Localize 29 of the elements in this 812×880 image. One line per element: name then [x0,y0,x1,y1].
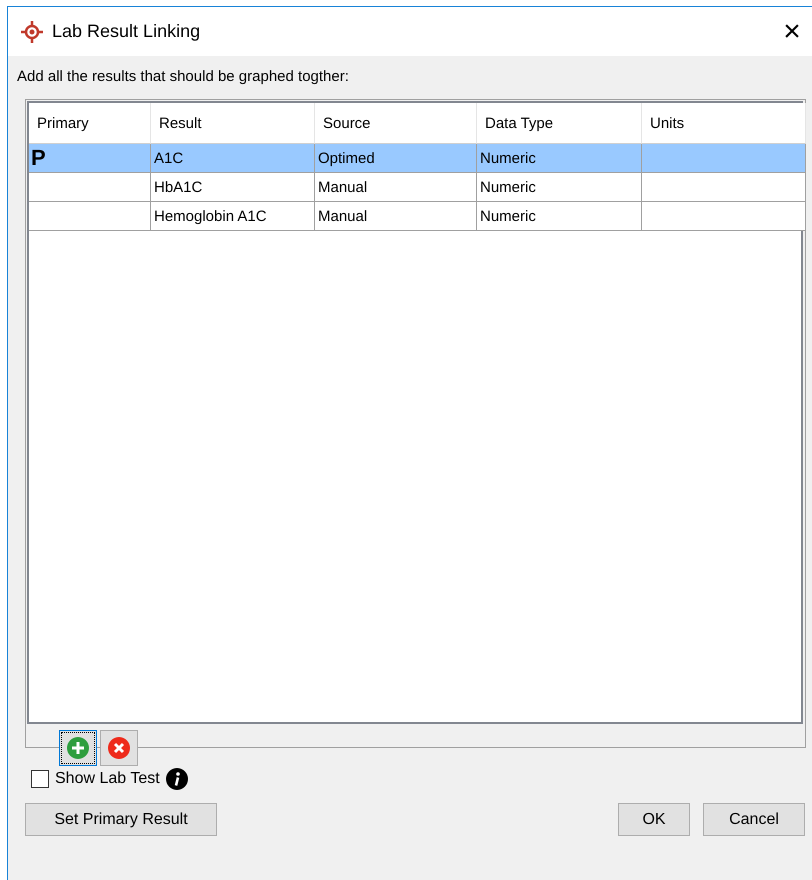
column-header[interactable]: Units [642,103,806,144]
table-cell: Numeric [477,144,642,173]
table-cell: Numeric [477,202,642,231]
column-header[interactable]: Data Type [477,103,642,144]
plus-icon [66,736,90,760]
checkbox[interactable] [31,770,49,788]
cancel-button[interactable]: Cancel [703,803,805,836]
remove-button[interactable] [100,730,138,766]
target-icon [20,20,44,44]
window-title: Lab Result Linking [52,21,202,42]
instruction-text: Add all the results that should be graphed togther: [17,68,350,85]
table-cell: Manual [315,202,477,231]
info-icon[interactable] [166,768,188,790]
close-button[interactable]: × [777,16,807,46]
table-cell: Numeric [477,173,642,202]
column-header[interactable]: Primary [29,103,151,144]
table-cell: Manual [315,173,477,202]
table-cell: P [29,144,151,173]
table-cell: A1C [151,144,315,173]
table-cell: HbA1C [151,173,315,202]
column-header[interactable]: Result [151,103,315,144]
ok-button[interactable]: OK [618,803,690,836]
add-button[interactable] [59,730,97,766]
table-cell: Hemoglobin A1C [151,202,315,231]
column-header[interactable]: Source [315,103,477,144]
set-primary-button[interactable]: Set Primary Result [25,803,217,836]
checkbox-label: Show Lab Test [55,770,160,788]
close-icon [107,736,131,760]
table-cell: Optimed [315,144,477,173]
